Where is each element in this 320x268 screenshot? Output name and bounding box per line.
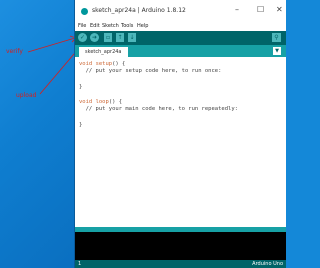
check-icon: ✓ — [79, 34, 86, 41]
arduino-logo-icon — [81, 8, 88, 15]
tab-bar: sketch_apr24a ▼ — [75, 45, 286, 57]
desktop-background — [0, 0, 76, 268]
new-button[interactable]: ▫ — [104, 33, 112, 42]
verify-button[interactable]: ✓ — [78, 33, 87, 42]
tab-menu-button[interactable]: ▼ — [273, 47, 281, 55]
new-file-icon: ▫ — [105, 34, 111, 41]
tab-sketch[interactable]: sketch_apr24a — [79, 47, 128, 57]
annotation-verify: verify — [6, 48, 23, 55]
code-line: // put your main code here, to run repea… — [79, 106, 238, 112]
minimize-button[interactable]: – — [235, 5, 239, 14]
menu-tools[interactable]: Tools — [121, 23, 133, 29]
code-line: void setup() { — [79, 61, 126, 67]
code-line: } — [79, 122, 83, 128]
menu-sketch[interactable]: Sketch — [102, 23, 119, 29]
maximize-button[interactable]: ☐ — [257, 5, 264, 14]
annotation-upload: upload — [16, 92, 37, 99]
open-button[interactable]: ↑ — [116, 33, 124, 42]
menu-file[interactable]: File — [78, 23, 86, 29]
arrow-right-icon: ➜ — [91, 34, 98, 41]
chevron-down-icon: ▼ — [275, 48, 279, 54]
console-output — [75, 232, 286, 260]
window-title: sketch_apr24a | Arduino 1.8.12 — [92, 7, 186, 14]
code-line: } — [79, 84, 83, 90]
open-arrow-icon: ↑ — [117, 34, 123, 41]
close-button[interactable]: ✕ — [276, 5, 283, 14]
code-line: void loop() { — [79, 99, 123, 105]
save-button[interactable]: ↓ — [128, 33, 136, 42]
board-name: Arduino Uno — [252, 261, 283, 267]
code-editor[interactable]: void setup() { // put your setup code he… — [75, 57, 286, 227]
serial-monitor-button[interactable]: ⚲ — [272, 33, 281, 42]
menu-edit[interactable]: Edit — [90, 23, 100, 29]
toolbar: ✓ ➜ ▫ ↑ ↓ ⚲ — [75, 31, 286, 45]
title-bar: sketch_apr24a | Arduino 1.8.12 – ☐ ✕ — [75, 0, 286, 22]
arduino-ide-window: sketch_apr24a | Arduino 1.8.12 – ☐ ✕ Fil… — [74, 0, 286, 268]
magnifier-icon: ⚲ — [274, 34, 279, 41]
menu-help[interactable]: Help — [137, 23, 148, 29]
upload-button[interactable]: ➜ — [90, 33, 99, 42]
status-bar: 1 Arduino Uno — [75, 260, 286, 268]
save-arrow-icon: ↓ — [129, 34, 135, 41]
menu-bar: File Edit Sketch Tools Help — [75, 22, 286, 31]
line-number: 1 — [78, 261, 82, 267]
code-line: // put your setup code here, to run once… — [79, 68, 222, 74]
